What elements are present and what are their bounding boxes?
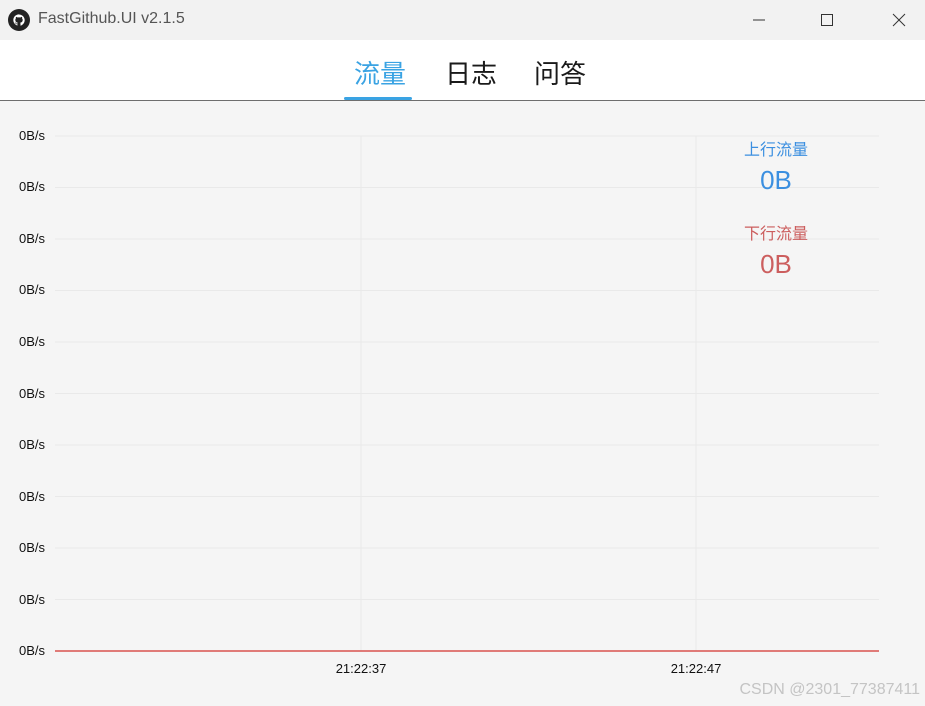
download-label: 下行流量 <box>743 224 808 243</box>
traffic-chart <box>55 135 879 652</box>
y-tick-label: 0B/s <box>19 437 46 452</box>
watermark-text: CSDN @2301_77387411 <box>739 681 920 698</box>
y-tick-label: 0B/s <box>19 282 46 297</box>
y-tick-label: 0B/s <box>19 334 46 349</box>
upload-label: 上行流量 <box>743 140 808 159</box>
x-tick-label: 21:22:37 <box>335 661 387 676</box>
download-value: 0B <box>760 249 792 279</box>
y-tick-label: 0B/s <box>19 540 46 555</box>
y-tick-label: 0B/s <box>19 386 46 401</box>
y-tick-label: 0B/s <box>19 231 46 246</box>
y-tick-label: 0B/s <box>19 179 46 194</box>
upload-value: 0B <box>760 165 792 195</box>
y-tick-label: 0B/s <box>19 128 46 143</box>
x-tick-label: 21:22:47 <box>670 661 722 676</box>
y-tick-label: 0B/s <box>19 592 46 607</box>
y-tick-label: 0B/s <box>19 489 46 504</box>
y-tick-label: 0B/s <box>19 643 46 658</box>
